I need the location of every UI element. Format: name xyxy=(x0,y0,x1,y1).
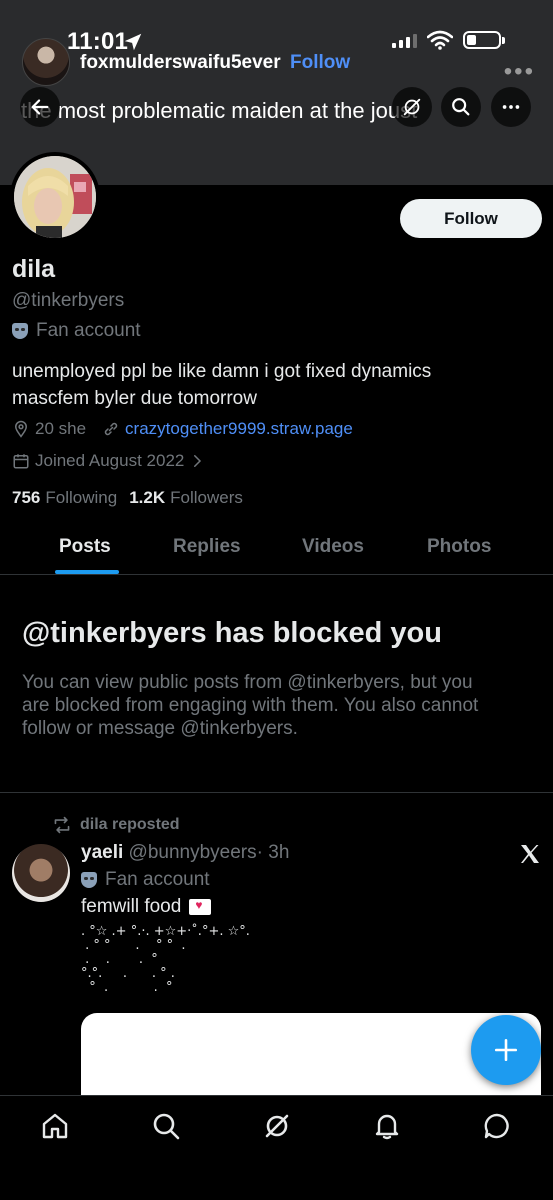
profile-name: dila xyxy=(12,255,56,283)
nav-messages[interactable] xyxy=(482,1111,512,1141)
repost-icon xyxy=(54,816,70,834)
blocked-title: @tinkerbyers has blocked you xyxy=(22,617,442,649)
home-icon xyxy=(42,1113,68,1139)
post-time: · 3h xyxy=(256,842,290,863)
reel-follow-link[interactable]: Follow xyxy=(290,52,350,74)
bio-line: mascfem byler due tomorrow xyxy=(12,388,257,409)
blocked-line: follow or message @tinkerbyers. xyxy=(22,718,298,739)
post-author-handle: @bunnybyeers xyxy=(128,842,257,863)
calendar-icon xyxy=(13,454,29,469)
blocked-line: You can view public posts from @tinkerby… xyxy=(22,672,473,693)
profile-location: 20 she xyxy=(35,419,87,438)
chevron-right-icon xyxy=(194,455,202,467)
location-pin-icon xyxy=(14,420,28,438)
link-icon xyxy=(104,422,118,436)
reel-username[interactable]: foxmulderswaifu5ever xyxy=(80,52,281,74)
search-button[interactable] xyxy=(441,87,481,127)
status-indicators xyxy=(392,30,505,50)
back-button[interactable] xyxy=(20,87,60,127)
blocked-message: You can view public posts from @tinkerby… xyxy=(22,671,537,740)
search-icon xyxy=(153,1113,180,1140)
follow-button[interactable]: Follow xyxy=(400,199,542,238)
back-arrow-icon xyxy=(31,99,49,115)
profile-header: 11:01 foxmulderswaifu5ever Follow ••• th… xyxy=(0,0,553,185)
profile-handle: @tinkerbyers xyxy=(12,290,125,311)
profile-joined[interactable]: Joined August 2022 xyxy=(12,451,211,471)
tab-videos[interactable]: Videos xyxy=(302,536,364,558)
following-label: Following xyxy=(45,488,118,507)
love-letter-icon xyxy=(189,898,212,915)
wifi-icon xyxy=(427,30,453,50)
blocked-line: are blocked from engaging with them. You… xyxy=(22,695,479,716)
x-logo-icon xyxy=(521,845,539,863)
following-stat[interactable]: 756 Following xyxy=(12,488,117,508)
plus-icon xyxy=(494,1038,518,1062)
post-text-content: femwill food xyxy=(81,896,182,917)
reel-author-avatar[interactable] xyxy=(22,38,70,86)
active-tab-indicator xyxy=(55,570,119,574)
profile-meta: 20 she crazytogether9999.straw.page xyxy=(12,419,353,439)
nav-home[interactable] xyxy=(40,1111,70,1141)
following-count: 756 xyxy=(12,488,41,507)
tab-photos[interactable]: Photos xyxy=(427,536,491,558)
post-author-category: Fan account xyxy=(81,869,210,891)
repost-label: dila reposted xyxy=(80,816,180,833)
followers-label: Followers xyxy=(170,488,243,507)
post-author-name: yaeli xyxy=(81,842,124,863)
profile-category-label: Fan account xyxy=(36,320,141,341)
followers-count: 1.2K xyxy=(129,488,166,507)
profile-tabs: Posts Replies Videos Photos xyxy=(0,520,553,575)
profile-stats: 756 Following 1.2K Followers xyxy=(12,488,243,508)
search-icon xyxy=(452,98,470,116)
grok-icon xyxy=(403,98,421,116)
profile-avatar[interactable] xyxy=(10,152,100,242)
more-options-button[interactable] xyxy=(491,87,531,127)
nav-grok[interactable] xyxy=(262,1111,292,1141)
nav-search[interactable] xyxy=(151,1111,181,1141)
grok-button[interactable] xyxy=(392,87,432,127)
grok-icon xyxy=(265,1114,289,1138)
post-author[interactable]: yaeli @bunnybyeers· 3h xyxy=(81,842,289,864)
bio-line: unemployed ppl be like damn i got fixed … xyxy=(12,361,432,382)
location-arrow-icon xyxy=(124,33,142,51)
post-decoration: . °☆ .+ °.·. +☆+·˚.°+. ☆°. . ° ° . ° ° .… xyxy=(81,924,250,995)
reel-more-icon[interactable]: ••• xyxy=(504,58,535,86)
bell-icon xyxy=(375,1114,399,1140)
post-category-label: Fan account xyxy=(105,869,210,890)
reel-caption: the most problematic maiden at the joust xyxy=(21,98,418,123)
profile-joined-label: Joined August 2022 xyxy=(35,451,185,470)
theater-mask-icon xyxy=(81,872,97,888)
post-text: femwill food xyxy=(81,896,212,918)
post-author-avatar[interactable] xyxy=(12,844,70,902)
followers-stat[interactable]: 1.2K Followers xyxy=(129,488,243,508)
tab-replies[interactable]: Replies xyxy=(173,536,241,558)
avatar-image xyxy=(14,156,96,238)
compose-button[interactable] xyxy=(471,1015,541,1085)
repost-indicator: dila reposted xyxy=(52,816,180,834)
cellular-signal-icon xyxy=(392,32,417,48)
theater-mask-icon xyxy=(12,323,28,339)
messages-icon xyxy=(484,1113,509,1139)
tab-posts[interactable]: Posts xyxy=(59,536,111,558)
bottom-navigation xyxy=(0,1095,553,1200)
battery-icon xyxy=(463,31,505,49)
profile-bio: unemployed ppl be like damn i got fixed … xyxy=(12,358,532,412)
divider xyxy=(0,792,553,793)
more-icon xyxy=(502,105,520,109)
nav-notifications[interactable] xyxy=(372,1111,402,1141)
profile-category: Fan account xyxy=(12,320,141,342)
profile-link[interactable]: crazytogether9999.straw.page xyxy=(125,419,353,439)
